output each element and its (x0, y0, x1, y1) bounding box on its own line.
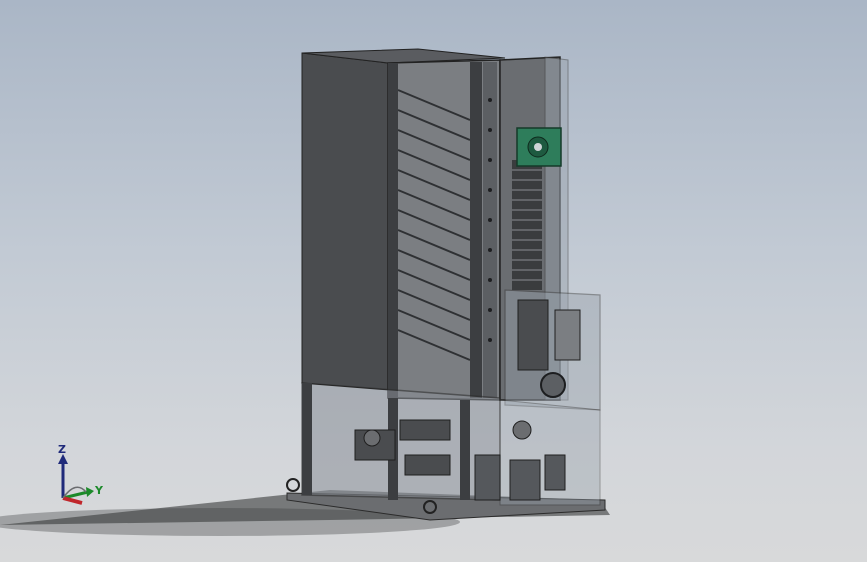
frame-upright-left (388, 63, 398, 398)
drive-motor (516, 127, 562, 167)
carriage-cylinder (554, 309, 581, 361)
cabinet-side-panel (301, 52, 389, 391)
frame-upright-mid (470, 62, 482, 398)
view-orientation-triad (58, 454, 94, 505)
lower-cabinet (301, 382, 501, 501)
carriage-plate (517, 299, 549, 371)
x-axis-icon (62, 496, 83, 505)
caster-wheel-left (286, 478, 300, 492)
lower-frame-left (302, 383, 312, 495)
cad-viewport[interactable]: Z Y (0, 0, 867, 562)
lower-frame-right (460, 400, 470, 500)
frame-upright-rail (483, 62, 497, 398)
z-axis-label: Z (58, 443, 66, 456)
pulley (540, 372, 566, 398)
3d-model-assembly[interactable] (0, 0, 867, 562)
y-axis-label: Y (95, 484, 103, 497)
